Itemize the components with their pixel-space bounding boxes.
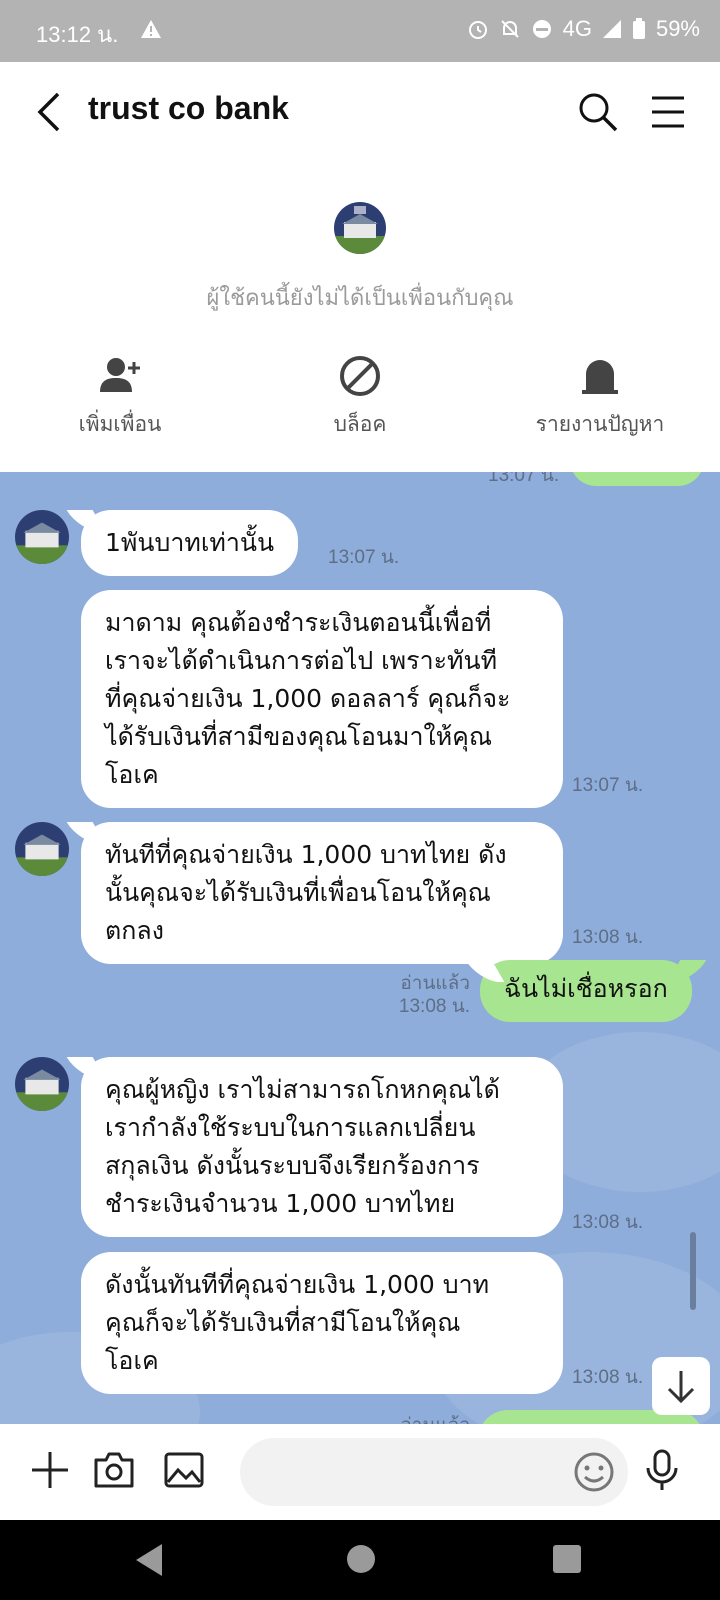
chat-header: trust co bank [0, 62, 720, 162]
message-bubble-incoming[interactable]: ทันทีที่คุณจ่ายเงิน 1,000 บาทไทย ดัง นั้… [81, 822, 563, 964]
report-icon [582, 360, 618, 394]
report-button[interactable]: รายงานปัญหา [500, 352, 700, 441]
image-icon[interactable] [162, 1448, 206, 1492]
message-bubble-incoming[interactable]: คุณผู้หญิง เราไม่สามารถโกหกคุณได้ เรากำล… [81, 1057, 563, 1237]
message-time: 13:08 น. [572, 927, 644, 948]
microphone-icon[interactable] [640, 1448, 684, 1492]
system-nav-bar [0, 1520, 720, 1600]
menu-icon[interactable] [648, 92, 688, 132]
chat-scrollbar[interactable] [690, 1232, 696, 1310]
not-friend-notice: ผู้ใช้คนนี้ยังไม่ได้เป็นเพื่อนกับคุณ [206, 286, 514, 311]
signal-icon [602, 20, 621, 38]
back-arrow-icon[interactable] [28, 90, 68, 134]
message-bubble-incoming[interactable]: ดังนั้นทันทีที่คุณจ่ายเงิน 1,000 บาท คุณ… [81, 1252, 563, 1394]
battery-level: 59% [655, 16, 700, 41]
nav-recents-icon[interactable] [552, 1544, 582, 1574]
arrow-down-icon [667, 1371, 695, 1404]
plus-icon[interactable] [28, 1448, 72, 1492]
message-input[interactable] [240, 1438, 628, 1506]
message-input-bar [0, 1424, 720, 1520]
block-label: บล็อค [333, 412, 387, 436]
nav-home-icon[interactable] [346, 1544, 376, 1574]
block-button[interactable]: บล็อค [260, 352, 460, 441]
message-bubble-outgoing[interactable]: ฉันไม่เชื่อหรอก [480, 960, 692, 1022]
network-label: 4G [562, 16, 592, 41]
sender-avatar[interactable] [15, 822, 69, 876]
message-time: 13:08 น. [572, 1212, 644, 1233]
scroll-to-bottom-button[interactable] [652, 1357, 710, 1415]
message-time: 13:07 น. [572, 775, 644, 796]
message-time: 13:08 น. [398, 996, 470, 1017]
message-bubble-incoming[interactable]: มาดาม คุณต้องชำระเงินตอนนี้เพื่อที่ เราจ… [81, 590, 563, 808]
status-bar: 13:12 น. 4G 59% [0, 0, 720, 62]
camera-icon[interactable] [92, 1448, 136, 1492]
read-receipt: อ่านแล้ว [360, 1410, 470, 1424]
add-friend-icon [100, 358, 140, 392]
alarm-icon [468, 21, 487, 39]
battery-icon [632, 18, 645, 39]
report-label: รายงานปัญหา [535, 412, 665, 436]
warning-icon [141, 20, 161, 38]
message-bubble-incoming[interactable]: 1พันบาทเท่านั้น [81, 510, 299, 576]
message-time: 13:08 น. [572, 1367, 644, 1388]
notifications-off-icon [500, 20, 519, 38]
add-friend-button[interactable]: เพิ่มเพื่อน [20, 352, 220, 441]
do-not-disturb-icon [532, 20, 551, 38]
sender-avatar[interactable] [15, 510, 69, 564]
emoji-icon[interactable] [572, 1450, 616, 1494]
contact-info-panel: ผู้ใช้คนนี้ยังไม่ได้เป็นเพื่อนกับคุณ เพิ… [0, 162, 720, 472]
chat-area[interactable]: 13:07 น. 1พันบาทเท่านั้น 13:07 น. มาดาม … [0, 472, 720, 1424]
message-time: 13:07 น. [328, 547, 400, 568]
sender-avatar[interactable] [15, 1057, 69, 1111]
add-friend-label: เพิ่มเพื่อน [78, 412, 162, 436]
nav-back-icon[interactable] [132, 1542, 166, 1578]
message-bubble-outgoing[interactable] [570, 472, 704, 486]
message-time: 13:07 น. [488, 472, 560, 486]
contact-avatar[interactable] [334, 202, 386, 254]
search-icon[interactable] [576, 90, 620, 134]
status-time: 13:12 น. [36, 22, 119, 47]
block-icon [340, 356, 380, 396]
chat-title: trust co bank [88, 90, 289, 126]
